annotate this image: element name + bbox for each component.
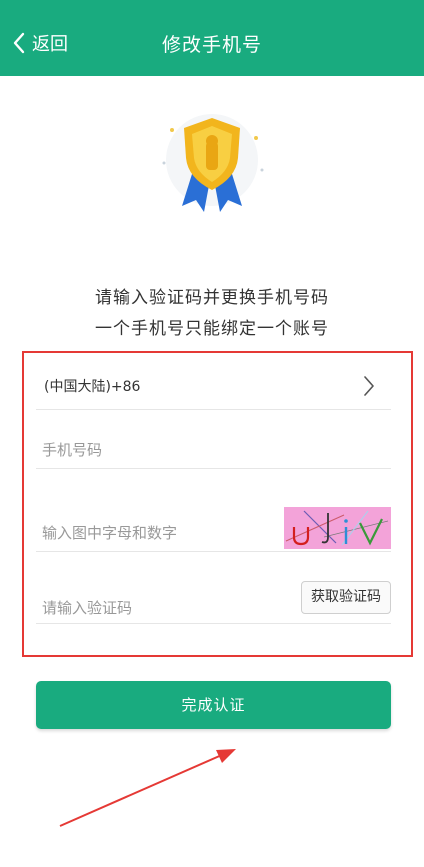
captcha-image[interactable] (284, 507, 391, 549)
captcha-input-field[interactable]: 输入图中字母和数字 (36, 502, 391, 552)
instruction-text-2: 一个手机号只能绑定一个账号 (95, 319, 329, 339)
verification-code-placeholder: 请输入验证码 (42, 599, 133, 617)
medal-badge-icon (152, 108, 272, 218)
app-header: 返回 修改手机号 (0, 0, 424, 76)
instruction-text-1: 请输入验证码并更换手机号码 (95, 288, 329, 308)
get-code-button[interactable]: 获取验证码 (301, 581, 391, 614)
country-code-selector[interactable]: (中国大陆)+86 (36, 362, 391, 410)
phone-number-placeholder: 手机号码 (42, 441, 103, 459)
chevron-right-icon (364, 376, 374, 396)
verification-code-field[interactable]: 请输入验证码 获取验证码 (36, 578, 391, 624)
phone-number-field[interactable]: 手机号码 (36, 425, 391, 469)
captcha-placeholder: 输入图中字母和数字 (42, 524, 178, 542)
country-code-label: (中国大陆)+86 (44, 379, 141, 395)
page-title: 修改手机号 (161, 34, 262, 56)
complete-verification-button[interactable]: 完成认证 (36, 681, 391, 729)
